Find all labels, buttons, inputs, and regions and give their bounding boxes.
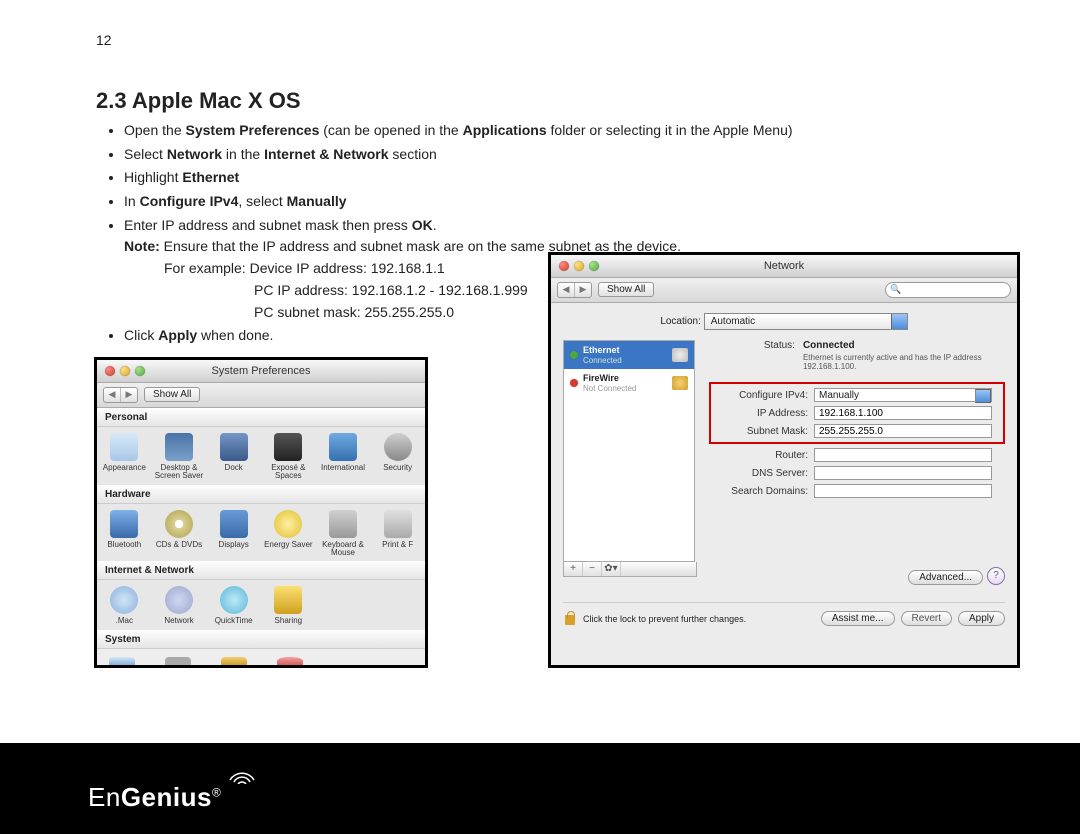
interface-tools: + − ✿▾ [563, 562, 697, 577]
wifi-icon [228, 768, 256, 784]
section-system: System [97, 631, 425, 649]
status-dot-icon [570, 379, 578, 387]
pref-keyboard[interactable]: Keyboard & Mouse [316, 504, 371, 562]
section-heading: 2.3 Apple Mac X OS [96, 88, 1020, 114]
close-icon[interactable] [559, 261, 569, 271]
nav-forward-icon[interactable]: ▶ [121, 388, 137, 402]
lock-icon[interactable] [563, 611, 577, 627]
router-input[interactable] [814, 448, 992, 462]
search-icon: 🔍 [890, 284, 901, 295]
apply-button[interactable]: Apply [958, 611, 1005, 626]
nav-back-forward[interactable]: ◀ ▶ [557, 282, 592, 298]
location-select[interactable]: Automatic [704, 313, 908, 330]
system-preferences-window: System Preferences ◀ ▶ Show All Personal… [94, 357, 428, 668]
window-controls[interactable] [551, 261, 599, 271]
interface-ethernet[interactable]: Ethernet Connected [564, 341, 694, 369]
remove-interface-button[interactable]: − [583, 562, 602, 576]
pref-appearance[interactable]: Appearance [97, 427, 152, 485]
nav-back-icon[interactable]: ◀ [558, 283, 575, 297]
mask-label: Subnet Mask: [713, 426, 814, 437]
pref-international[interactable]: International [316, 427, 371, 485]
help-button[interactable]: ? [987, 567, 1005, 585]
pref-dotmac[interactable]: .Mac [97, 580, 152, 629]
zoom-icon[interactable] [589, 261, 599, 271]
pref-quicktime[interactable]: QuickTime [206, 580, 261, 629]
window-controls[interactable] [97, 366, 145, 376]
list-item: In Configure IPv4, select Manually [124, 191, 1020, 213]
window-title: System Preferences [97, 365, 425, 377]
minimize-icon[interactable] [120, 366, 130, 376]
list-item: Open the System Preferences (can be open… [124, 120, 1020, 142]
pref-displays[interactable]: Displays [206, 504, 261, 562]
brand-logo: EnGenius® [0, 746, 1080, 813]
highlight-box: Configure IPv4: Manually IP Address: Sub… [709, 382, 1005, 444]
minimize-icon[interactable] [574, 261, 584, 271]
nav-forward-icon[interactable]: ▶ [575, 283, 591, 297]
pref-energy[interactable]: Energy Saver [261, 504, 316, 562]
show-all-button[interactable]: Show All [144, 387, 200, 402]
ethernet-icon [672, 348, 688, 362]
interface-firewire[interactable]: FireWire Not Connected [564, 369, 694, 397]
nav-back-icon[interactable]: ◀ [104, 388, 121, 402]
configure-select[interactable]: Manually [814, 388, 992, 402]
revert-button[interactable]: Revert [901, 611, 952, 626]
pref-cds[interactable]: CDs & DVDs [152, 504, 207, 562]
configure-label: Configure IPv4: [713, 390, 814, 401]
pref-expose[interactable]: Exposé & Spaces [261, 427, 316, 485]
dns-label: DNS Server: [713, 468, 814, 479]
add-interface-button[interactable]: + [564, 562, 583, 576]
pref-print[interactable]: Print & F [370, 504, 425, 562]
network-window: Network ◀ ▶ Show All 🔍 Location: Automat… [548, 252, 1020, 668]
pref-desktop[interactable]: Desktop & Screen Saver [152, 427, 207, 485]
pref-network[interactable]: Network [152, 580, 207, 629]
pref-bluetooth[interactable]: Bluetooth [97, 504, 152, 562]
section-hardware: Hardware [97, 486, 425, 504]
ip-input[interactable] [814, 406, 992, 420]
status-subtext: Ethernet is currently active and has the… [803, 353, 1005, 372]
domains-label: Search Domains: [713, 486, 814, 497]
status-label: Status: [713, 340, 801, 351]
footer: EnGenius® [0, 746, 1080, 834]
interface-options-button[interactable]: ✿▾ [602, 562, 621, 576]
firewire-icon [672, 376, 688, 390]
assist-button[interactable]: Assist me... [821, 611, 895, 626]
search-input[interactable]: 🔍 [885, 282, 1011, 298]
list-item: Select Network in the Internet & Network… [124, 144, 1020, 166]
close-icon[interactable] [105, 366, 115, 376]
status-dot-icon [570, 351, 578, 359]
list-item: Highlight Ethernet [124, 167, 1020, 189]
section-personal: Personal [97, 409, 425, 427]
dns-input[interactable] [814, 466, 992, 480]
pref-sharing[interactable]: Sharing [261, 580, 316, 629]
interface-list: Ethernet Connected FireWire Not Connecte… [563, 340, 695, 562]
ip-label: IP Address: [713, 408, 814, 419]
page-number: 12 [96, 32, 1020, 48]
section-internet: Internet & Network [97, 562, 425, 580]
pref-dock[interactable]: Dock [206, 427, 261, 485]
pref-security[interactable]: Security [370, 427, 425, 485]
location-label: Location: [660, 316, 701, 327]
show-all-button[interactable]: Show All [598, 282, 654, 297]
lock-text: Click the lock to prevent further change… [583, 614, 746, 624]
domains-input[interactable] [814, 484, 992, 498]
mask-input[interactable] [814, 424, 992, 438]
nav-back-forward[interactable]: ◀ ▶ [103, 387, 138, 403]
system-row-truncated [97, 649, 425, 665]
router-label: Router: [713, 450, 814, 461]
advanced-button[interactable]: Advanced... [908, 570, 983, 585]
zoom-icon[interactable] [135, 366, 145, 376]
status-value: Connected [803, 340, 1005, 353]
window-title: Network [551, 260, 1017, 272]
